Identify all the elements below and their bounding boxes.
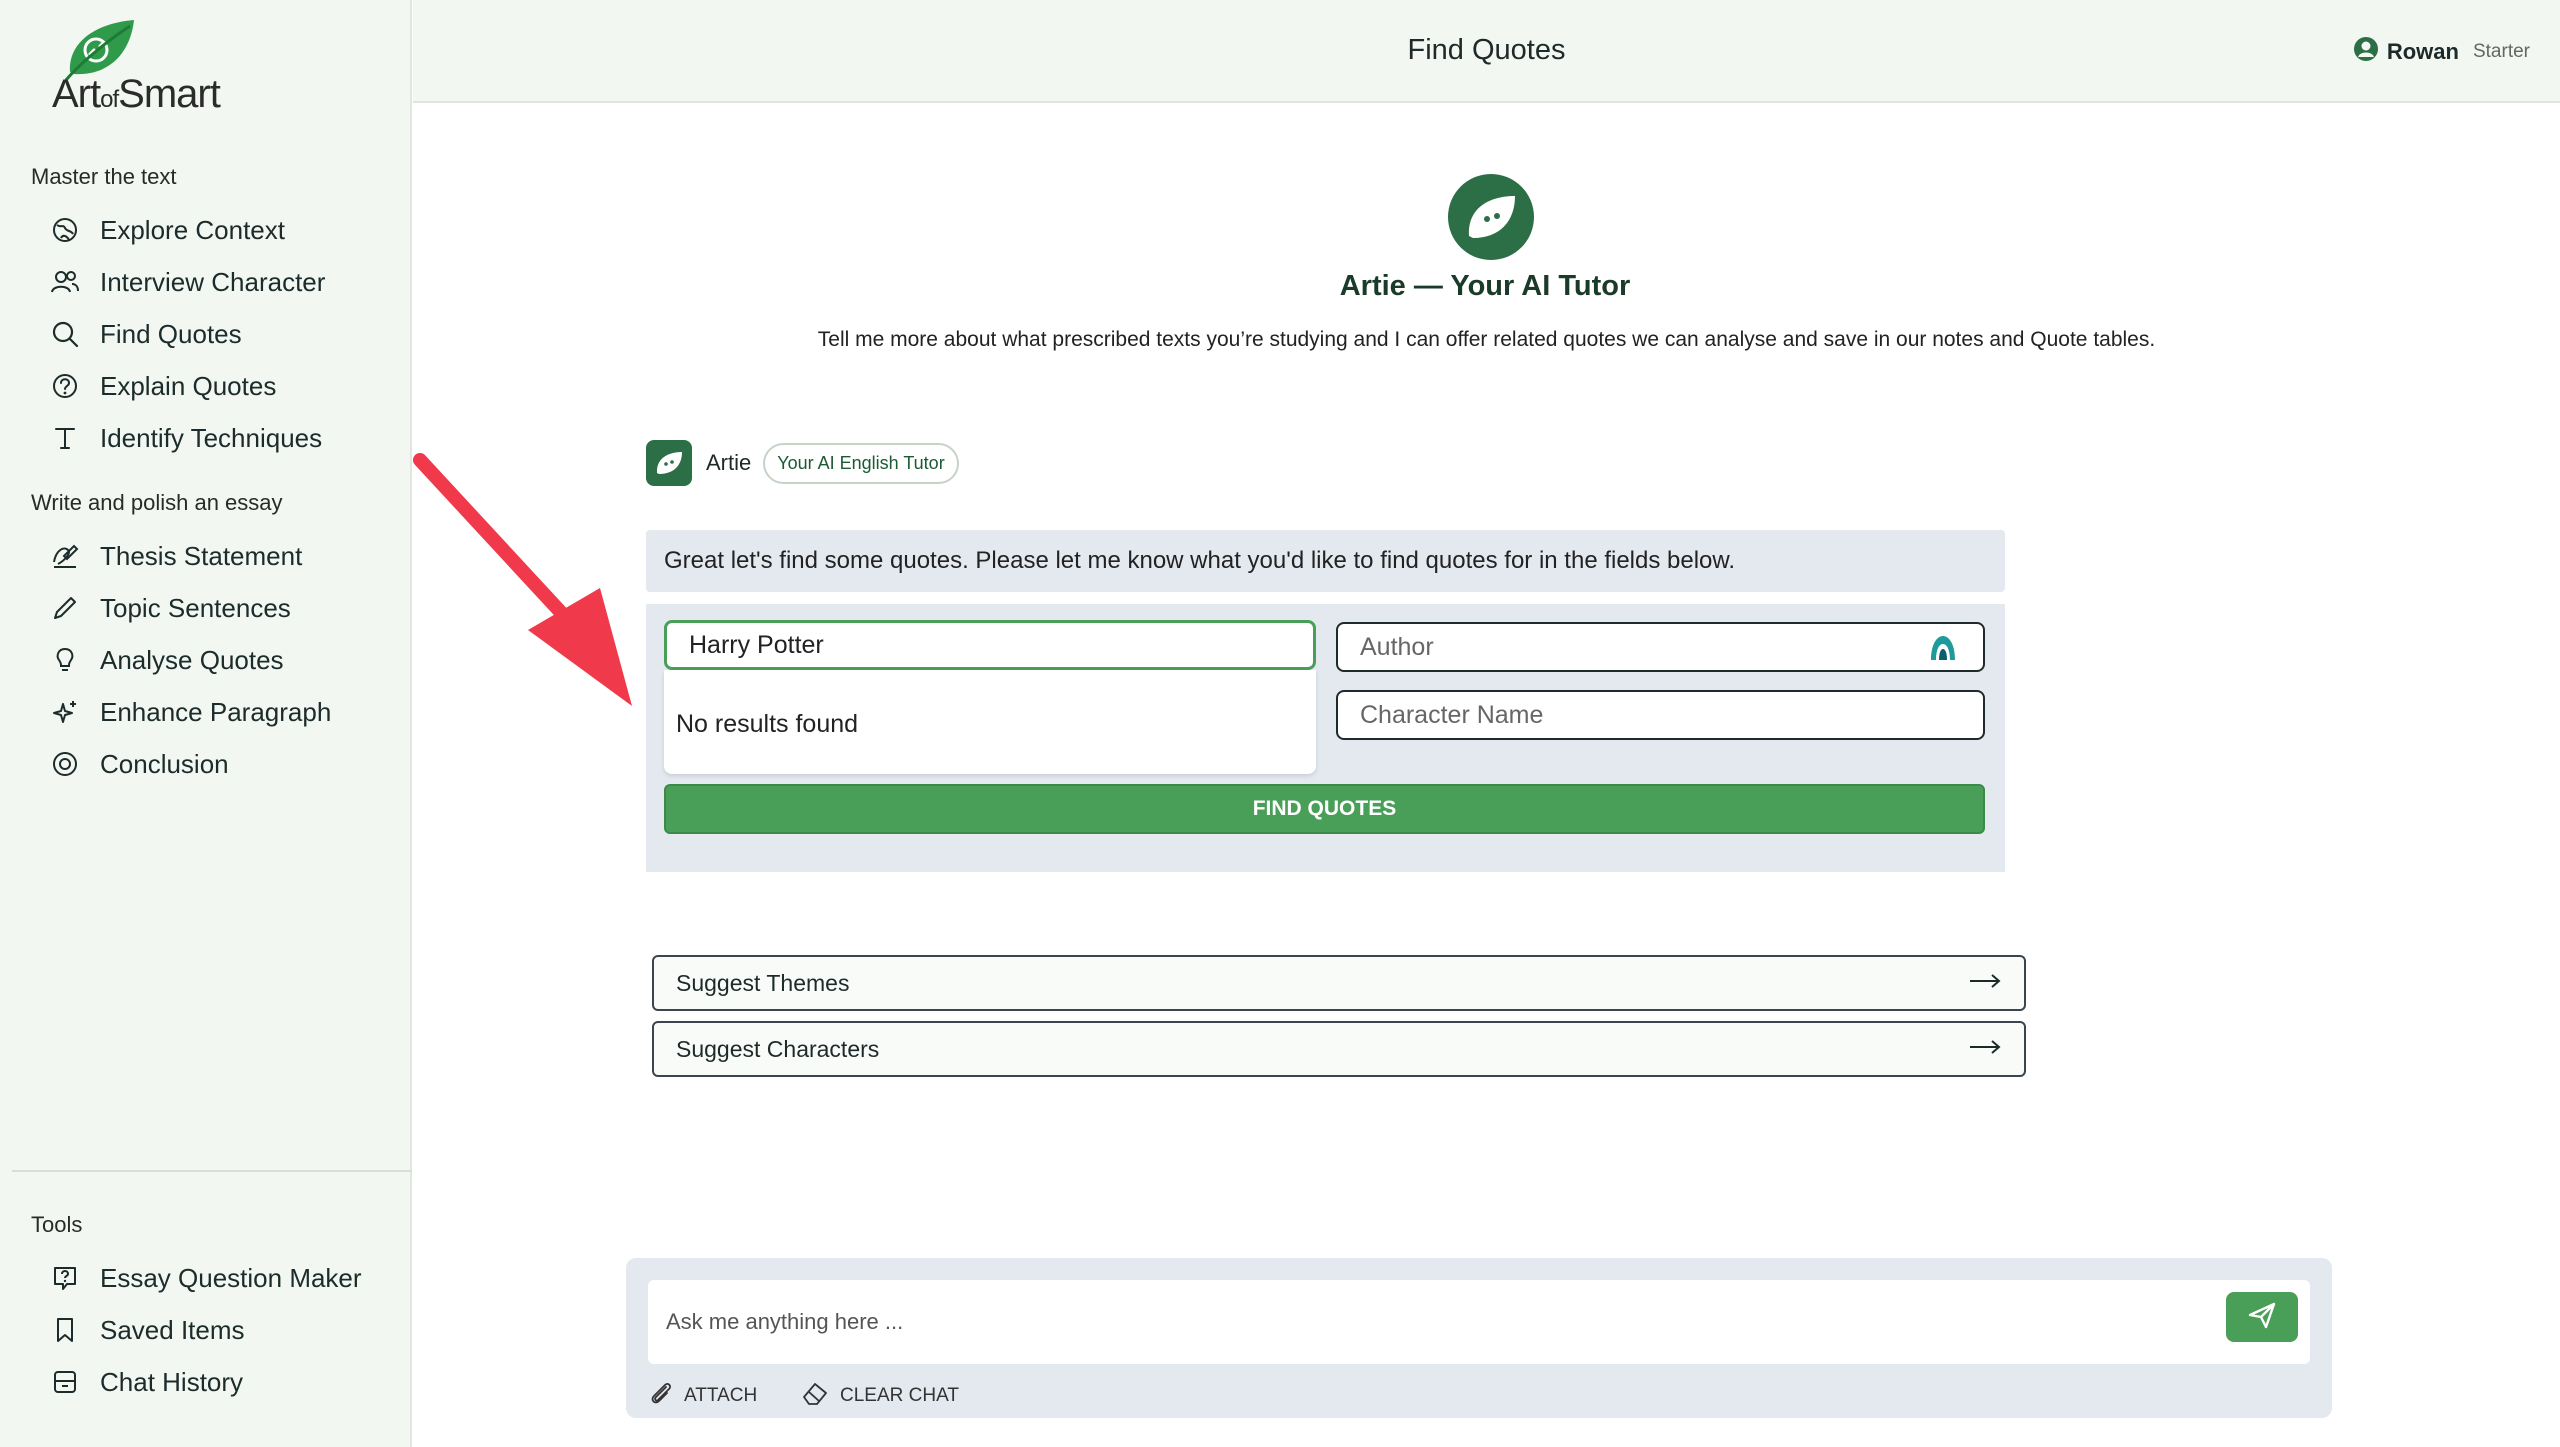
archive-icon [48, 1365, 82, 1399]
bot-badge: Your AI English Tutor [763, 442, 959, 484]
chat-composer: ATTACH CLEAR CHAT [626, 1258, 2332, 1418]
section-title-tools: Tools [31, 1212, 83, 1237]
character-name-field[interactable] [1336, 690, 1985, 740]
lightbulb-icon [48, 643, 82, 677]
sidebar-item-analyse-quotes[interactable]: Analyse Quotes [48, 638, 398, 682]
sidebar-item-label: Essay Question Maker [100, 1262, 362, 1293]
chat-input-wrapper [648, 1280, 2310, 1364]
character-name-input[interactable] [1338, 692, 1983, 738]
sidebar-item-label: Topic Sentences [100, 592, 291, 623]
chat-input[interactable] [648, 1280, 2148, 1364]
sidebar-item-label: Enhance Paragraph [100, 696, 332, 727]
section-title-master-text: Master the text [31, 164, 177, 189]
hero-subtitle: Tell me more about what prescribed texts… [817, 328, 2156, 351]
sidebar-item-topic-sentences[interactable]: Topic Sentences [48, 586, 398, 630]
autocomplete-dropdown: No results found [664, 670, 1316, 774]
hero-title: Artie — Your AI Tutor [1339, 270, 1631, 302]
author-input[interactable] [1338, 624, 1983, 670]
text-title-field[interactable] [664, 620, 1316, 670]
sidebar-item-explain-quotes[interactable]: Explain Quotes [48, 364, 398, 408]
user-avatar-icon [2353, 36, 2379, 67]
eraser-icon [800, 1380, 830, 1411]
paperclip-icon [648, 1380, 674, 1411]
attach-button[interactable]: ATTACH [648, 1380, 757, 1411]
password-manager-icon[interactable] [1927, 632, 1959, 667]
bot-message-text: Great let's find some quotes. Please let… [664, 547, 1736, 574]
suggest-label: Suggest Themes [676, 969, 850, 996]
suggest-characters-button[interactable]: Suggest Characters [652, 1021, 2026, 1077]
target-icon [48, 747, 82, 781]
top-header: Find Quotes Rowan Starter [413, 0, 2560, 103]
arrow-right-icon [1968, 973, 2002, 994]
author-field[interactable] [1336, 622, 1985, 672]
user-plan-badge: Starter [2472, 40, 2530, 62]
bot-name: Artie [706, 450, 752, 475]
page-title: Find Quotes [1407, 34, 1566, 66]
help-circle-icon [48, 369, 82, 403]
bot-header: Artie Your AI English Tutor [646, 440, 959, 486]
art-of-smart-logo[interactable]: ArtofSmart [52, 16, 242, 116]
sidebar-item-label: Thesis Statement [100, 540, 303, 571]
signature-icon [48, 539, 82, 573]
sidebar-item-label: Chat History [100, 1366, 244, 1397]
find-quotes-button[interactable]: FIND QUOTES [664, 784, 1985, 834]
send-icon [2247, 1301, 2277, 1334]
sidebar-item-find-quotes[interactable]: Find Quotes [48, 312, 398, 356]
sidebar-item-label: Explore Context [100, 214, 285, 245]
sidebar-divider [12, 1170, 412, 1172]
leaf-chat-icon [1468, 196, 1515, 238]
bookmark-icon [48, 1313, 82, 1347]
sidebar-item-label: Explain Quotes [100, 370, 277, 401]
sidebar-item-conclusion[interactable]: Conclusion [48, 742, 398, 786]
no-results-text: No results found [676, 710, 859, 738]
user-menu[interactable]: Rowan Starter [2353, 36, 2530, 67]
globe-icon [48, 213, 82, 247]
search-icon [48, 317, 82, 351]
user-name: Rowan [2386, 38, 2459, 64]
suggest-label: Suggest Characters [676, 1035, 880, 1062]
sidebar-item-label: Conclusion [100, 748, 229, 779]
sidebar-item-label: Identify Techniques [100, 422, 323, 453]
sidebar-item-chat-history[interactable]: Chat History [48, 1360, 398, 1404]
section-title-write-essay: Write and polish an essay [31, 490, 283, 515]
sidebar-item-saved-items[interactable]: Saved Items [48, 1308, 398, 1352]
clear-chat-label: CLEAR CHAT [840, 1384, 959, 1406]
annotation-arrow-icon [413, 453, 632, 706]
pencil-icon [48, 591, 82, 625]
sidebar-item-identify-techniques[interactable]: Identify Techniques [48, 416, 398, 460]
sidebar-item-label: Analyse Quotes [100, 644, 284, 675]
arrow-right-icon [1968, 1039, 2002, 1060]
send-button[interactable] [2226, 1292, 2298, 1342]
sidebar-item-label: Find Quotes [100, 318, 242, 349]
logo-wordmark: ArtofSmart [52, 72, 221, 116]
sidebar-item-essay-question-maker[interactable]: Essay Question Maker [48, 1256, 398, 1300]
artie-hero-avatar [1448, 174, 1534, 260]
text-title-input[interactable] [667, 623, 1313, 667]
leaf-chat-icon [656, 452, 682, 474]
question-square-icon [48, 1261, 82, 1295]
sidebar-item-label: Saved Items [100, 1314, 245, 1345]
suggest-themes-button[interactable]: Suggest Themes [652, 955, 2026, 1011]
bot-message: Great let's find some quotes. Please let… [646, 530, 2005, 592]
sidebar: ArtofSmart Master the text Explore Conte… [0, 0, 412, 1447]
attach-label: ATTACH [684, 1384, 758, 1406]
find-quotes-form: No results found FIND QUOTES [646, 604, 2005, 872]
sidebar-item-thesis-statement[interactable]: Thesis Statement [48, 534, 398, 578]
artie-avatar [646, 440, 692, 486]
sidebar-item-enhance-paragraph[interactable]: Enhance Paragraph [48, 690, 398, 734]
type-icon [48, 421, 82, 455]
sidebar-item-explore-context[interactable]: Explore Context [48, 208, 398, 252]
clear-chat-button[interactable]: CLEAR CHAT [800, 1380, 959, 1411]
sparkles-icon [48, 695, 82, 729]
